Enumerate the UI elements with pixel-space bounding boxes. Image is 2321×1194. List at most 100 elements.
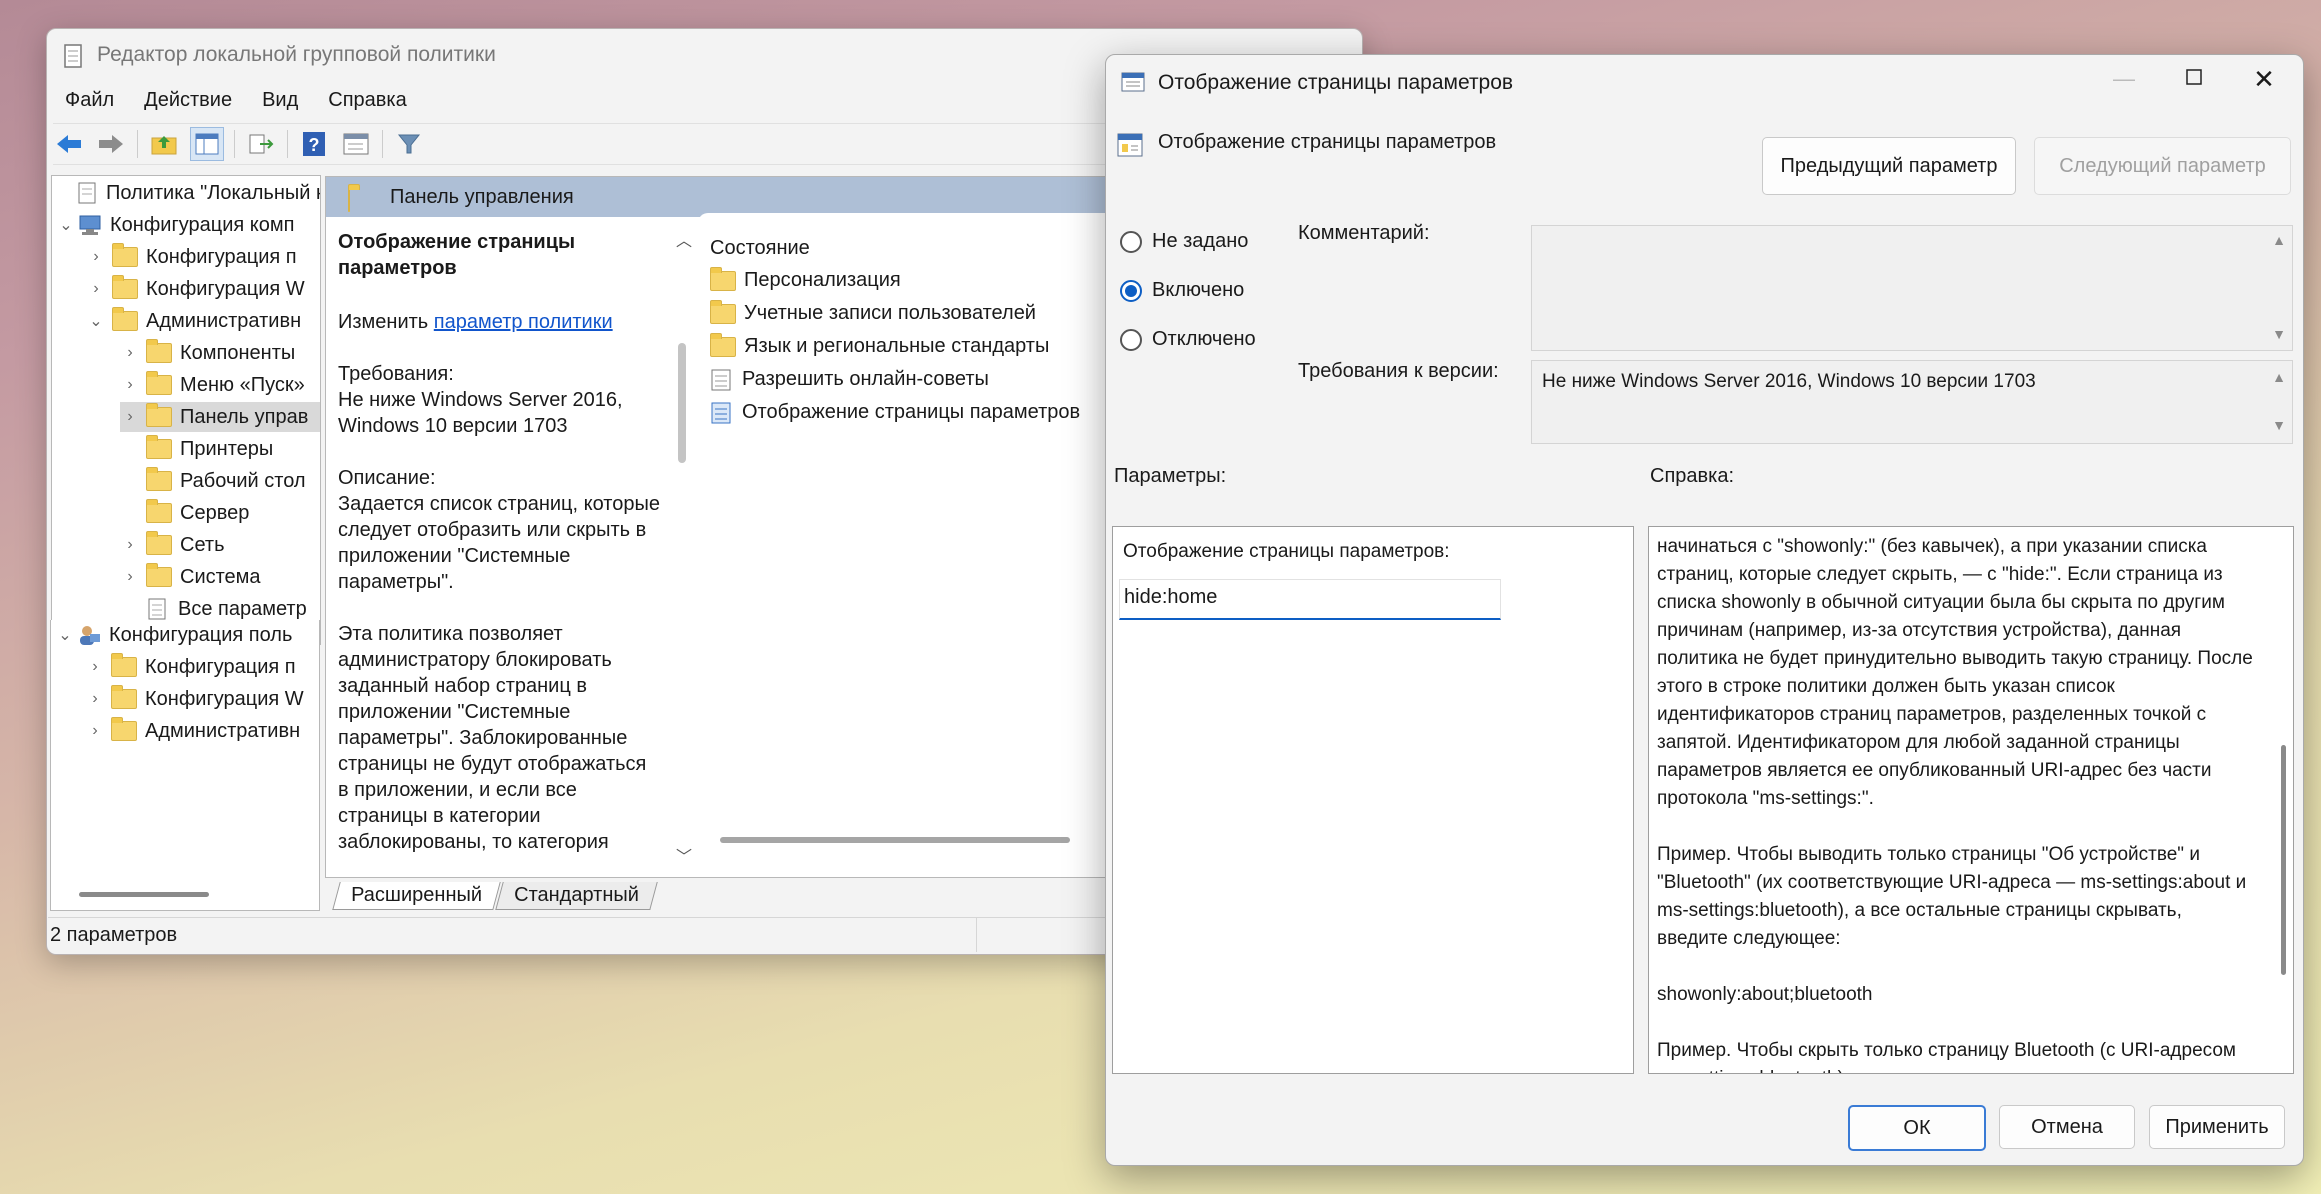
chevron-right-icon[interactable]: › [85,658,105,676]
tab-extended[interactable]: Расширенный [332,882,501,910]
tree-item-label: Конфигурация комп [110,213,295,236]
tree-item[interactable]: › Конфигурация п [86,242,297,272]
export-list-icon[interactable] [245,128,277,160]
radio-circle[interactable] [1120,328,1142,351]
forward-icon[interactable] [95,128,127,160]
radio-circle[interactable] [1120,230,1142,253]
description-scrollbar[interactable]: ︿ ﹀ [672,223,694,873]
help-panel: начинаться с "showonly:" (без кавычек), … [1648,526,2294,1074]
tree-item[interactable]: ⌄ Административн [86,306,301,336]
list-item-selected[interactable]: Отображение страницы параметров [710,401,1080,424]
chevron-right-icon[interactable]: › [86,248,106,266]
list-header-state[interactable]: Состояние [710,237,810,260]
back-icon[interactable] [53,128,85,160]
next-setting-button[interactable]: Следующий параметр [2034,137,2291,195]
tree-item[interactable]: › Система [120,562,261,592]
show-tree-icon[interactable] [190,127,224,161]
menu-help[interactable]: Справка [328,89,406,112]
comment-textarea[interactable]: ▲ ▼ [1531,225,2293,351]
tree-item-selected[interactable]: › Панель управ [120,402,320,432]
chevron-down-icon[interactable]: ⌄ [55,625,75,645]
chevron-right-icon[interactable]: › [120,376,140,394]
list-item[interactable]: Персонализация [710,266,901,292]
list-item[interactable]: Язык и региональные стандарты [710,332,1050,358]
help-scrollbar[interactable] [2281,745,2286,975]
folder-icon [146,435,172,459]
chevron-right-icon[interactable]: › [85,690,105,708]
chevron-right-icon[interactable]: › [85,722,105,740]
chevron-right-icon[interactable]: › [120,344,140,362]
apply-button[interactable]: Применить [2149,1105,2285,1149]
param-input[interactable]: hide:home [1119,579,1501,620]
window-title: Редактор локальной групповой политики [97,43,496,66]
radio-enabled[interactable]: Включено [1120,279,1244,302]
scroll-thumb[interactable] [678,343,686,463]
scroll-up-icon[interactable]: ▲ [2272,369,2286,385]
radio-label: Включено [1152,279,1245,301]
tree-item[interactable]: › Компоненты [120,338,295,368]
requirements-text: Не ниже Windows Server 2016, Windows 10 … [338,389,623,437]
up-folder-icon[interactable] [148,128,180,160]
tree-item[interactable]: Политика "Локальный к [56,178,320,208]
maximize-icon[interactable] [2166,61,2222,97]
folder-icon [146,403,172,427]
scroll-down-icon[interactable]: ▼ [2272,326,2286,342]
tree-item[interactable]: › Меню «Пуск» [120,370,305,400]
tree-hscrollbar[interactable] [79,892,209,897]
tree-item[interactable]: ⌄ Конфигурация поль [55,620,292,650]
chevron-down-icon[interactable]: ⌄ [86,311,106,331]
minimize-icon[interactable]: — [2096,61,2152,97]
params-panel: Отображение страницы параметров: hide:ho… [1112,526,1634,1074]
list-hscrollbar[interactable] [720,837,1070,843]
tree-item[interactable]: Рабочий стол [120,466,306,496]
properties-icon[interactable] [340,128,372,160]
cancel-button[interactable]: Отмена [1999,1105,2135,1149]
scroll-up-icon[interactable]: ︿ [676,227,692,251]
close-icon[interactable]: ✕ [2236,61,2292,97]
chevron-right-icon[interactable]: › [120,568,140,586]
edit-policy-link[interactable]: параметр политики [434,311,613,333]
radio-circle-checked[interactable] [1120,279,1142,302]
tree-item[interactable]: › Конфигурация п [85,652,296,682]
tab-standard[interactable]: Стандартный [495,882,658,910]
tree-item[interactable]: ⌄ Конфигурация комп [56,210,294,240]
tree-item-label: Принтеры [180,437,274,460]
list-item[interactable]: Разрешить онлайн-советы [710,368,989,391]
menu-action[interactable]: Действие [144,89,232,112]
tree-item[interactable]: › Конфигурация W [85,684,304,714]
status-bar: 2 параметров [48,917,1106,952]
settings-list: Состояние Персонализация Учетные записи … [698,213,1110,853]
list-item[interactable]: Учетные записи пользователей [710,299,1036,325]
scroll-down-icon[interactable]: ▼ [2272,417,2286,433]
tree-item[interactable]: Сервер [120,498,249,528]
chevron-right-icon[interactable]: › [120,536,140,554]
chevron-down-icon[interactable]: ⌄ [56,215,76,235]
radio-not-configured[interactable]: Не задано [1120,230,1248,253]
scroll-down-icon[interactable]: ﹀ [676,843,692,867]
version-box: Не ниже Windows Server 2016, Windows 10 … [1531,360,2293,444]
tree-item[interactable]: › Административн [85,716,300,746]
tree-item[interactable]: › Конфигурация W [86,274,305,304]
ok-button[interactable]: ОК [1848,1105,1986,1151]
folder-icon [112,307,138,331]
folder-icon [348,188,350,212]
policy-doc-icon [78,182,96,204]
param-field-label: Отображение страницы параметров: [1123,541,1450,562]
radio-label: Не задано [1152,230,1249,252]
folder-icon [111,717,137,741]
chevron-right-icon[interactable]: › [86,280,106,298]
menu-file[interactable]: Файл [65,89,114,112]
scroll-up-icon[interactable]: ▲ [2272,232,2286,248]
list-item-label: Персонализация [744,269,901,291]
filter-icon[interactable] [393,128,425,160]
list-item-label: Язык и региональные стандарты [744,335,1050,357]
tree-item-label: Сервер [180,501,250,524]
help-icon[interactable]: ? [298,128,330,160]
previous-setting-button[interactable]: Предыдущий параметр [1762,137,2016,195]
tree-item[interactable]: › Сеть [120,530,224,560]
folder-icon [710,266,736,291]
menu-view[interactable]: Вид [262,89,298,112]
chevron-right-icon[interactable]: › [120,408,140,426]
tree-item[interactable]: Принтеры [120,434,273,464]
radio-disabled[interactable]: Отключено [1120,328,1256,351]
